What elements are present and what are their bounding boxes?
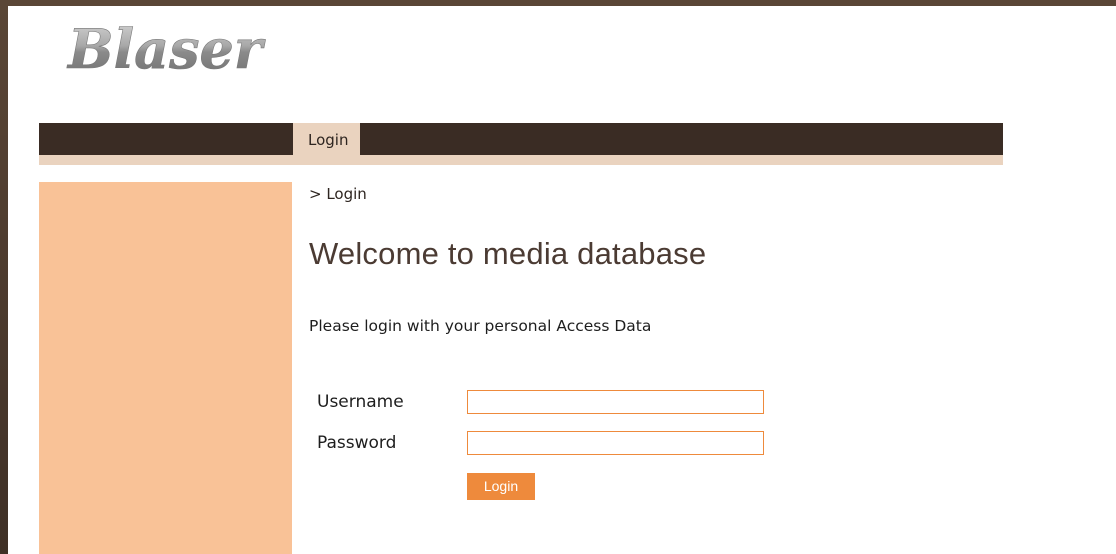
username-label: Username [317, 392, 404, 412]
password-label: Password [317, 433, 397, 453]
username-input[interactable] [467, 390, 764, 414]
login-button[interactable]: Login [467, 473, 535, 500]
navigation-underline [39, 155, 1003, 165]
tab-login[interactable]: Login [293, 123, 361, 161]
top-navigation-bar [39, 123, 1003, 155]
password-input[interactable] [467, 431, 764, 455]
login-instructions: Please login with your personal Access D… [309, 317, 652, 335]
tab-login-label: Login [308, 131, 349, 149]
logo-text: Blaser [66, 20, 266, 80]
blaser-logo: Blaser [66, 20, 267, 80]
sidebar [39, 182, 292, 554]
page-title: Welcome to media database [309, 236, 707, 271]
breadcrumb: > Login [309, 185, 367, 203]
page-content: Blaser Login > Login Welcome to media da… [8, 6, 1116, 554]
